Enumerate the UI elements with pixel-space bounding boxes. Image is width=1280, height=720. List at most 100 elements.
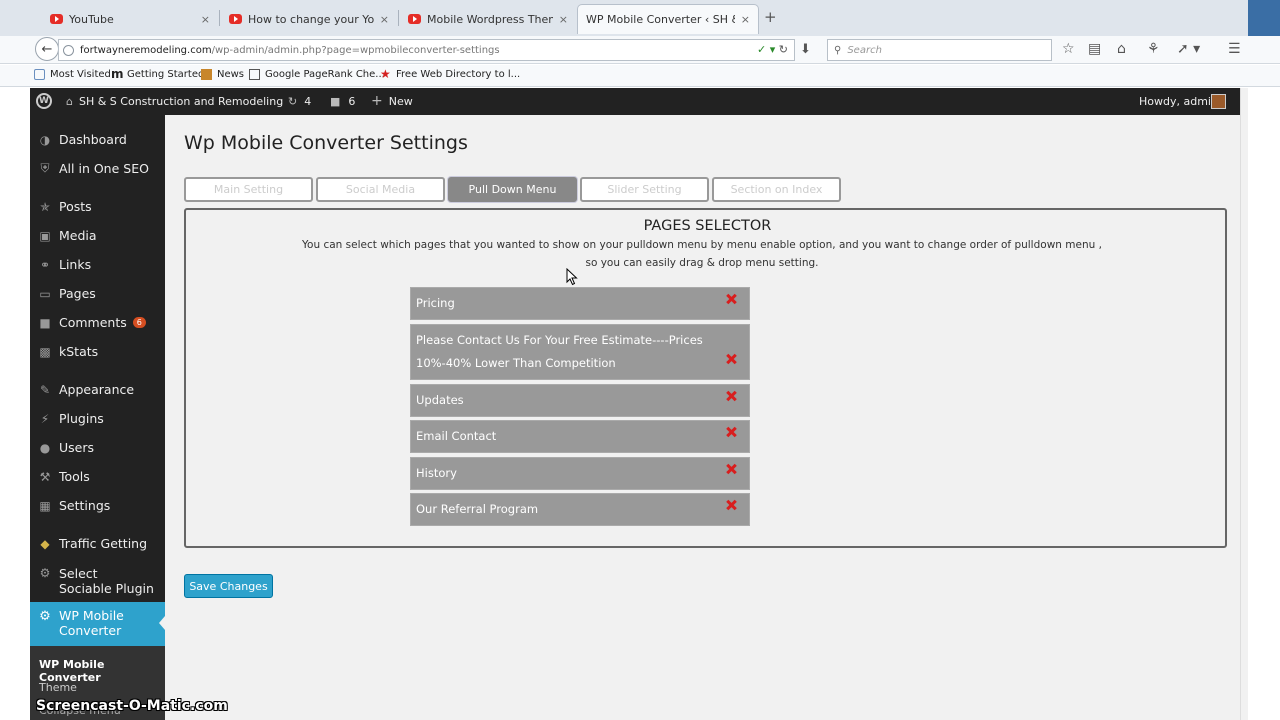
bookmark-getting-started[interactable]: m Getting Started [111,67,204,81]
tab-slider-setting[interactable]: Slider Setting [580,177,709,202]
admin-bar-new[interactable]: + New [371,94,413,108]
page-item-label: Please Contact Us For Your Free Estimate… [416,333,703,347]
sidebar-item-comments[interactable]: ■ Comments 6 [30,315,165,330]
sidebar-item-appearance[interactable]: ✎ Appearance [30,382,165,397]
admin-bar-site[interactable]: ⌂ SH & S Construction and Remodeling [66,95,283,108]
sidebar-item-label: Users [59,440,95,455]
wordpress-logo-icon[interactable]: W [36,93,52,109]
description-line-1: You can select which pages that you want… [302,239,1102,251]
back-button[interactable]: ← [35,37,59,61]
admin-bar-account[interactable]: Howdy, admin [1139,95,1218,108]
wp-admin-bar: W ⌂ SH & S Construction and Remodeling ↻… [30,88,1240,115]
page-item-history[interactable]: History [410,457,750,490]
page-scrollbar[interactable] [1240,88,1248,720]
sidebar-item-all-in-one-seo[interactable]: ⛨ All in One SEO [30,161,165,176]
bookmark-news[interactable]: News [201,69,244,80]
sidebar-item-label: Posts [59,199,92,214]
reload-icon[interactable]: ✓ ▾ ↻ [757,43,788,56]
browser-tab-wp-mobile-converter[interactable]: WP Mobile Converter ‹ SH & S ... × [577,4,759,34]
browser-tab-how-to[interactable]: How to change your YouT... × [221,6,397,32]
new-tab-button[interactable]: + [764,8,777,26]
admin-bar-comments[interactable]: ■ 6 [330,95,355,108]
remove-page-icon[interactable] [725,463,737,475]
main-content: Wp Mobile Converter Settings Main Settin… [165,115,1240,720]
bookmark-most-visited[interactable]: Most Visited [34,69,111,80]
page-item-pricing[interactable]: Pricing [410,287,750,320]
sidebar-item-posts[interactable]: ✯ Posts [30,199,165,214]
wrench-icon: ⚒ [39,469,51,484]
sidebar-item-wp-mobile-converter[interactable]: ⚙ WP Mobile Converter [30,602,165,646]
close-tab-icon[interactable]: × [559,13,568,26]
sidebar-item-links[interactable]: ⚭ Links [30,257,165,272]
close-tab-icon[interactable]: × [201,13,210,26]
download-icon[interactable]: ⬇ [800,42,811,57]
sidebar-item-pages[interactable]: ▭ Pages [30,286,165,301]
tab-separator [398,10,399,26]
chart-icon: ▩ [39,344,51,359]
remove-page-icon[interactable] [725,293,737,305]
sidebar-item-label: Comments [59,315,127,330]
sidebar-item-users[interactable]: ● Users [30,440,165,455]
page-item-email-contact[interactable]: Email Contact [410,420,750,453]
bookmark-label: Most Visited [50,69,111,80]
addon-icon[interactable]: ⚘ [1147,41,1160,57]
sidebar-item-select-sociable[interactable]: ⚙ Select Sociable Plugin [30,566,165,596]
page-item-label: History [416,466,457,480]
search-input[interactable]: ⚲ Search [827,39,1052,61]
pages-selector-title: PAGES SELECTOR [643,218,772,234]
close-tab-icon[interactable]: × [380,13,389,26]
sidebar-item-label: Media [59,228,97,243]
gear-icon: ⚙ [39,566,51,580]
globe-icon [63,44,74,56]
admin-bar-updates[interactable]: ↻ 4 [288,95,311,108]
menu-icon[interactable]: ☰ [1228,41,1241,57]
tab-section-on-index[interactable]: Section on Index [712,177,841,202]
submenu-item-theme[interactable]: Theme [39,681,77,694]
updates-icon: ↻ [288,95,298,108]
bookmark-star-icon[interactable]: ☆ [1062,41,1075,57]
sidebar-item-dashboard[interactable]: ◑ Dashboard [30,132,165,147]
tab-pull-down-menu[interactable]: Pull Down Menu [448,177,577,202]
bookmark-free-web-directory[interactable]: ★ Free Web Directory to l... [380,68,520,80]
tab-social-media[interactable]: Social Media [316,177,445,202]
sidebar-item-tools[interactable]: ⚒ Tools [30,469,165,484]
browser-nav-bar: ← fortwayneremodeling.com/wp-admin/admin… [0,36,1280,64]
remove-page-icon[interactable] [725,353,737,365]
close-tab-icon[interactable]: × [741,13,750,26]
url-domain: fortwayneremodeling.com [80,44,212,56]
page-icon [249,69,260,80]
url-bar[interactable]: fortwayneremodeling.com/wp-admin/admin.p… [58,39,795,61]
home-icon[interactable]: ⌂ [1117,41,1126,57]
tab-title: YouTube [69,12,114,26]
sidebar-item-label: Pages [59,286,96,301]
sidebar-item-settings[interactable]: ▦ Settings [30,498,165,513]
browser-tab-bar: YouTube × How to change your YouT... × M… [0,0,1280,36]
browser-tab-mobile-theme[interactable]: Mobile Wordpress Theme ... × [400,6,576,32]
remove-page-icon[interactable] [725,390,737,402]
remove-page-icon[interactable] [725,426,737,438]
tools-icon[interactable]: ➚ ▾ [1177,41,1200,57]
sidebar-item-traffic-getting[interactable]: ◆ Traffic Getting [30,536,165,551]
media-icon: ▣ [39,228,51,243]
save-changes-button[interactable]: Save Changes [184,574,273,598]
sidebar-item-plugins[interactable]: ⚡ Plugins [30,411,165,426]
updates-count: 4 [304,95,312,108]
page-item-referral-program[interactable]: Our Referral Program [410,493,750,526]
tab-main-setting[interactable]: Main Setting [184,177,313,202]
page-item-contact-estimate[interactable]: Please Contact Us For Your Free Estimate… [410,324,750,380]
rss-icon [201,69,212,80]
bookmark-label: News [217,69,245,80]
browser-tab-youtube[interactable]: YouTube × [42,6,218,32]
m-logo-icon: m [111,67,124,81]
left-gutter [0,87,30,720]
page-item-updates[interactable]: Updates [410,384,750,417]
bookmark-pagerank[interactable]: Google PageRank Che... [249,69,385,80]
sidebar-item-label: Links [59,257,92,272]
remove-page-icon[interactable] [725,499,737,511]
settings-icon: ▦ [39,498,51,513]
sidebar-item-media[interactable]: ▣ Media [30,228,165,243]
tab-title: Mobile Wordpress Theme ... [427,12,553,26]
sidebar-item-kstats[interactable]: ▩ kStats [30,344,165,359]
reading-list-icon[interactable]: ▤ [1088,41,1101,57]
avatar[interactable] [1211,94,1226,109]
